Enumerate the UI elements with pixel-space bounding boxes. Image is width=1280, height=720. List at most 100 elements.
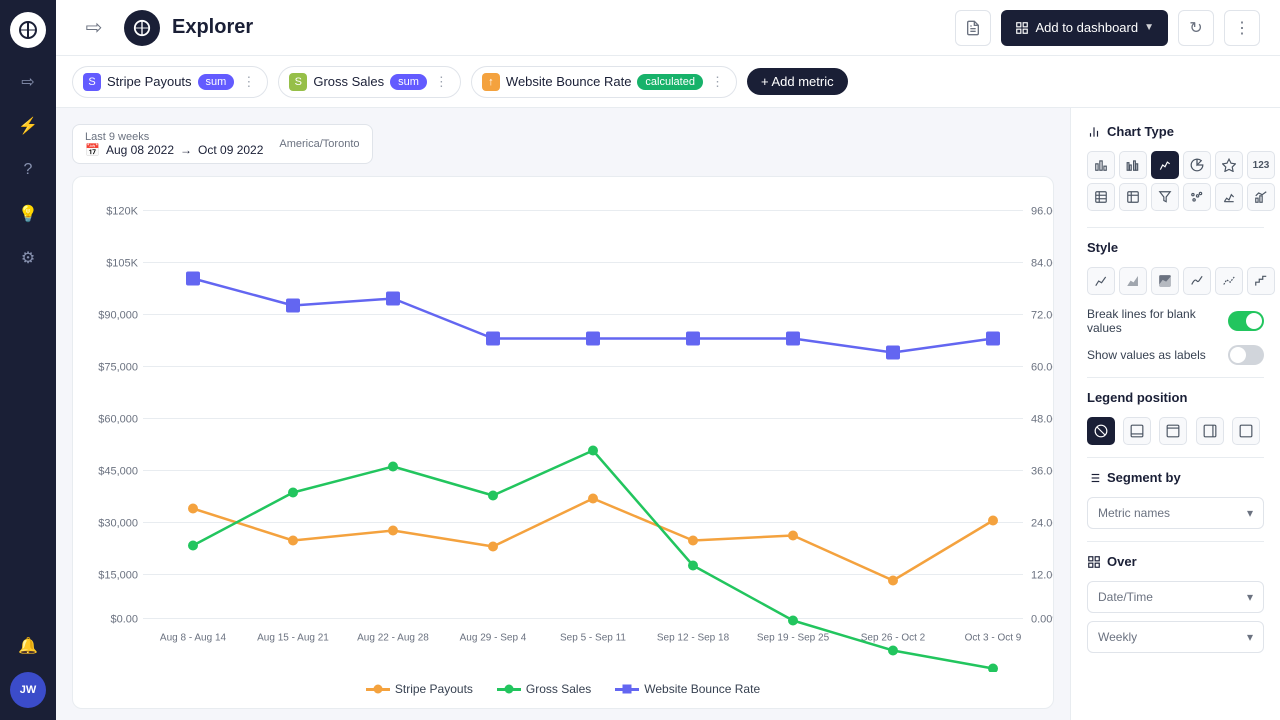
chart-type-bar-vertical[interactable]: [1087, 151, 1115, 179]
gross-sales-label: Gross Sales: [313, 74, 384, 89]
sidebar-item-query[interactable]: ⚡: [10, 108, 46, 144]
style-divider: [1087, 227, 1264, 228]
refresh-button[interactable]: ↻: [1178, 10, 1214, 46]
chart-wrapper: $0.00 $15,000 $30,000 $45,000 $60,000 $7…: [72, 176, 1054, 709]
stripe-dots-button[interactable]: ⋮: [240, 74, 257, 90]
date-range-label: Last 9 weeks: [85, 131, 263, 143]
style-filled[interactable]: [1151, 267, 1179, 295]
chart-type-pie[interactable]: [1183, 151, 1211, 179]
chart-svg: $0.00 $15,000 $30,000 $45,000 $60,000 $7…: [73, 189, 1053, 672]
chart-type-title: Chart Type: [1087, 124, 1264, 139]
legend-stripe-label: Stripe Payouts: [395, 682, 473, 696]
sidebar: ⇨ ⚡ ? 💡 ⚙ 🔔 JW: [0, 0, 56, 720]
style-smooth[interactable]: [1183, 267, 1211, 295]
add-metric-button[interactable]: + Add metric: [747, 68, 848, 95]
legend-item-stripe: Stripe Payouts: [366, 682, 473, 696]
chart-type-funnel[interactable]: [1151, 183, 1179, 211]
legend-item-bounce: Website Bounce Rate: [615, 682, 760, 696]
segment-by-label: Segment by: [1107, 470, 1181, 485]
bounce-dots-button[interactable]: ⋮: [709, 74, 726, 90]
page-title: Explorer: [172, 16, 253, 39]
chart-type-bar-grouped[interactable]: [1119, 151, 1147, 179]
sidebar-item-help[interactable]: ?: [10, 152, 46, 188]
style-stepped[interactable]: [1247, 267, 1275, 295]
bounce-label: Website Bounce Rate: [506, 74, 632, 89]
over-title: Over: [1087, 554, 1264, 569]
chart-container: Last 9 weeks 📅 Aug 08 2022 → Oct 09 2022…: [56, 108, 1070, 720]
svg-text:Sep 26 - Oct 2: Sep 26 - Oct 2: [861, 633, 926, 644]
date-arrow-icon: →: [180, 143, 192, 157]
chart-type-numeric[interactable]: 123: [1247, 151, 1275, 179]
svg-text:Aug 22 - Aug 28: Aug 22 - Aug 28: [357, 633, 429, 644]
header-right: Add to dashboard ▼ ↻ ⋮: [955, 10, 1260, 46]
over-period-value: Weekly: [1098, 630, 1137, 644]
add-to-dashboard-button[interactable]: Add to dashboard ▼: [1001, 10, 1168, 46]
over-period-dropdown[interactable]: Weekly ▾: [1087, 621, 1264, 653]
legend-pos-top[interactable]: [1159, 417, 1187, 445]
right-panel: Chart Type 123: [1070, 108, 1280, 720]
svg-text:Aug 29 - Sep 4: Aug 29 - Sep 4: [460, 633, 527, 644]
style-section-label: Style: [1087, 240, 1118, 255]
svg-text:96.00%: 96.00%: [1031, 206, 1053, 218]
segment-by-dropdown[interactable]: Metric names ▾: [1087, 497, 1264, 529]
legend-pos-bottom[interactable]: [1123, 417, 1151, 445]
break-lines-toggle[interactable]: [1228, 311, 1264, 331]
gross-sales-dots-button[interactable]: ⋮: [433, 74, 450, 90]
svg-text:Aug 8 - Aug 14: Aug 8 - Aug 14: [160, 633, 227, 644]
chart-type-scatter[interactable]: [1183, 183, 1211, 211]
bounce-badge: calculated: [637, 74, 703, 90]
sidebar-item-notifications[interactable]: 🔔: [10, 628, 46, 664]
metric-chip-bounce[interactable]: ↑ Website Bounce Rate calculated ⋮: [471, 66, 737, 98]
legend-position-title: Legend position: [1087, 390, 1264, 405]
chart-type-waterfall[interactable]: [1215, 183, 1243, 211]
add-metric-label: + Add metric: [761, 74, 834, 89]
legend-position-grid: [1087, 417, 1264, 445]
start-date: Aug 08 2022: [106, 143, 174, 157]
legend-pos-none[interactable]: [1087, 417, 1115, 445]
sidebar-item-explore[interactable]: ⇨: [10, 64, 46, 100]
over-date-value: Date/Time: [1098, 590, 1153, 604]
chart-type-table[interactable]: [1087, 183, 1115, 211]
stripe-icon: S: [83, 73, 101, 91]
svg-text:Sep 19 - Sep 25: Sep 19 - Sep 25: [757, 633, 830, 644]
legend-pos-right[interactable]: [1196, 417, 1224, 445]
back-button[interactable]: ⇨: [76, 10, 112, 46]
more-options-button[interactable]: ⋮: [1224, 10, 1260, 46]
chart-type-pivot[interactable]: [1119, 183, 1147, 211]
legend-pos-hidden[interactable]: [1232, 417, 1260, 445]
date-range-dates: 📅 Aug 08 2022 → Oct 09 2022: [85, 143, 263, 157]
bounce-icon: ↑: [482, 73, 500, 91]
svg-text:72.00%: 72.00%: [1031, 310, 1053, 322]
style-area[interactable]: [1119, 267, 1147, 295]
svg-text:84.00%: 84.00%: [1031, 258, 1053, 270]
chart-type-star[interactable]: [1215, 151, 1243, 179]
style-dashed[interactable]: [1215, 267, 1243, 295]
segment-by-title: Segment by: [1087, 470, 1264, 485]
legend-divider: [1087, 377, 1264, 378]
metric-chip-stripe[interactable]: S Stripe Payouts sum ⋮: [72, 66, 268, 98]
end-date: Oct 09 2022: [198, 143, 263, 157]
svg-text:36.00%: 36.00%: [1031, 466, 1053, 478]
date-range-box[interactable]: Last 9 weeks 📅 Aug 08 2022 → Oct 09 2022…: [72, 124, 373, 164]
over-date-dropdown[interactable]: Date/Time ▾: [1087, 581, 1264, 613]
save-button[interactable]: [955, 10, 991, 46]
show-values-toggle[interactable]: [1228, 345, 1264, 365]
chart-type-grid: 123: [1087, 151, 1264, 211]
style-line[interactable]: [1087, 267, 1115, 295]
sidebar-logo: [10, 12, 46, 48]
legend-bounce-label: Website Bounce Rate: [644, 682, 760, 696]
segment-by-value: Metric names: [1098, 506, 1170, 520]
stripe-label: Stripe Payouts: [107, 74, 192, 89]
svg-text:$75,000: $75,000: [98, 362, 138, 374]
legend-position-section: Legend position: [1087, 390, 1264, 445]
sidebar-item-insights[interactable]: 💡: [10, 196, 46, 232]
chart-type-combo[interactable]: [1247, 183, 1275, 211]
sidebar-item-settings[interactable]: ⚙: [10, 240, 46, 276]
svg-text:Sep 12 - Sep 18: Sep 12 - Sep 18: [657, 633, 730, 644]
svg-text:Oct 3 - Oct 9: Oct 3 - Oct 9: [965, 633, 1022, 644]
user-avatar[interactable]: JW: [10, 672, 46, 708]
main-area: ⇨ Explorer Add to dashboard ▼ ↻ ⋮ S Stri…: [56, 0, 1280, 720]
stripe-badge: sum: [198, 74, 235, 90]
chart-type-line[interactable]: [1151, 151, 1179, 179]
metric-chip-gross-sales[interactable]: S Gross Sales sum ⋮: [278, 66, 461, 98]
